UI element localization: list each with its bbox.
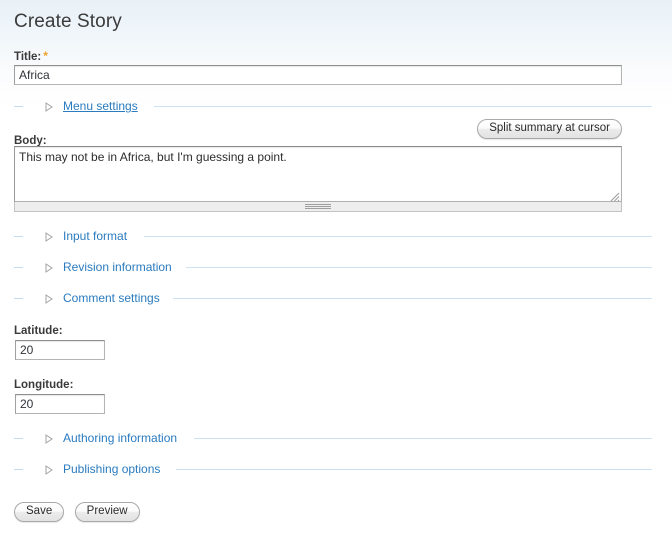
- title-label-row: Title: *: [14, 47, 48, 65]
- fieldset-legend-input-format[interactable]: Input format: [63, 229, 131, 244]
- fieldset-rule: [176, 469, 652, 470]
- fieldset-legend-publishing-options[interactable]: Publishing options: [63, 462, 164, 477]
- fieldset-rule: [186, 267, 652, 268]
- form-actions: Save Preview: [14, 501, 146, 522]
- fieldset-leader-dash: [14, 106, 23, 107]
- latitude-input[interactable]: [15, 340, 105, 360]
- longitude-input[interactable]: [15, 394, 105, 414]
- collapsed-triangle-icon[interactable]: [45, 102, 53, 112]
- fieldset-leader-dash: [14, 438, 23, 439]
- save-button[interactable]: Save: [14, 502, 65, 522]
- fieldset-leader-dash: [14, 236, 23, 237]
- collapsed-triangle-icon[interactable]: [45, 232, 53, 242]
- fieldset-input-format[interactable]: Input format: [14, 229, 652, 245]
- fieldset-rule: [154, 106, 652, 107]
- fieldset-menu-settings[interactable]: Menu settings: [14, 99, 652, 115]
- fieldset-legend-comment-settings[interactable]: Comment settings: [63, 291, 164, 306]
- fieldset-legend-menu-settings[interactable]: Menu settings: [63, 99, 142, 114]
- fieldset-comment-settings[interactable]: Comment settings: [14, 291, 652, 307]
- body-textarea[interactable]: [14, 146, 622, 202]
- longitude-label: Longitude:: [14, 379, 74, 391]
- grippie-lines-icon: [305, 204, 331, 210]
- fieldset-leader-dash: [14, 298, 23, 299]
- fieldset-legend-authoring-information[interactable]: Authoring information: [63, 431, 181, 446]
- collapsed-triangle-icon[interactable]: [45, 465, 53, 475]
- page-title: Create Story: [14, 11, 122, 32]
- page-root: Create Story Title:* Menu settings Split…: [0, 0, 672, 550]
- title-input[interactable]: [14, 65, 622, 85]
- collapsed-triangle-icon[interactable]: [45, 434, 53, 444]
- fieldset-leader-dash: [14, 469, 23, 470]
- fieldset-revision-information[interactable]: Revision information: [14, 260, 652, 276]
- fieldset-leader-dash: [14, 267, 23, 268]
- latitude-label: Latitude:: [14, 325, 63, 337]
- fieldset-authoring-information[interactable]: Authoring information: [14, 431, 652, 447]
- fieldset-rule: [144, 236, 652, 237]
- fieldset-rule: [173, 298, 652, 299]
- preview-button[interactable]: Preview: [74, 502, 140, 522]
- required-asterisk-icon: *: [43, 49, 48, 63]
- longitude-label-row: Longitude:: [14, 375, 73, 393]
- collapsed-triangle-icon[interactable]: [45, 263, 53, 273]
- textarea-grippie-handle[interactable]: [14, 202, 622, 212]
- split-summary-at-cursor-button[interactable]: Split summary at cursor: [477, 119, 622, 139]
- fieldset-publishing-options[interactable]: Publishing options: [14, 462, 652, 478]
- title-label: Title:: [14, 51, 42, 63]
- fieldset-legend-revision-information[interactable]: Revision information: [63, 260, 176, 275]
- fieldset-rule: [194, 438, 652, 439]
- latitude-label-row: Latitude:: [14, 321, 63, 339]
- collapsed-triangle-icon[interactable]: [45, 294, 53, 304]
